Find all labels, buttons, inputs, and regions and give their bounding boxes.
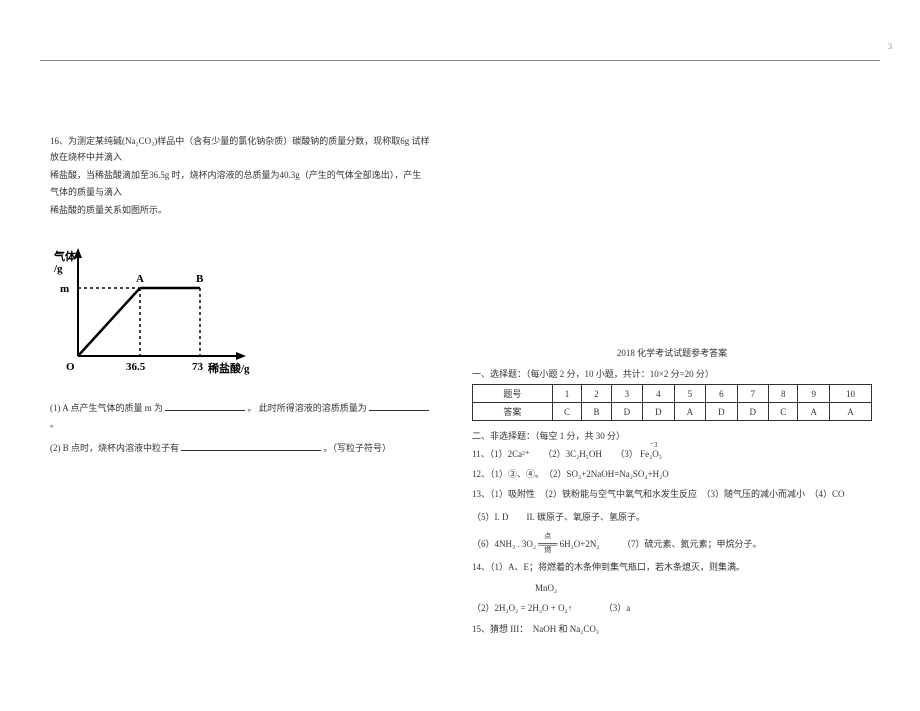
question-16: 16、为测定某纯碱(Na₂CO₃)样品中（含有少量的氯化钠杂质）碳酸钠的质量分数… [50,133,430,459]
top-rule [40,60,880,61]
answer-13b: （5）I. D II. 碳原子、氧原子、氢原子。 [472,509,872,526]
q1-pre: (1) A 点产生气体的质量 m 为 [50,403,163,413]
x-tick-1: 36.5 [126,361,146,373]
table-answer-row: 答案 C B D D A D D C A A [473,403,872,421]
th: 5 [674,385,705,403]
answer-13a: 13、（1）吸附性 （2）铁粉能与空气中氧气和水发生反应 （3）随气压的减小而减… [472,486,872,503]
q1-end: 。 [50,419,59,429]
th: 3 [611,385,642,403]
q16-line3: 稀盐酸的质量关系如图所示。 [50,202,430,218]
answer-13c: （6）4NH₃ . 3O₂ 点燃 ═══ 6H₂O+2N₂ （7）硫元素、氮元素… [472,536,872,553]
blank-solute-mass[interactable] [369,400,429,411]
th: 9 [798,385,829,403]
answers-body: 11、（1）2Ca²⁺ （2）3C₂H₅OH （3） ⁺3 Fe₂O₃ 12、（… [472,446,872,638]
fe2o3: ⁺3 Fe₂O₃ [640,446,662,463]
q1-mid: 。 此时所得溶液的溶质质量为 [248,403,367,413]
answer-12: 12、（1）③、④。 （2）SO₃+2NaOH=Na₂SO₄+H₂O [472,466,872,483]
reaction-condition: 点燃 [544,530,557,557]
td: D [611,403,642,421]
answer-15: 15、猜想 III： NaOH 和 Na₂CO₃ [472,621,872,638]
q2-end: 。（写粒子符号） [324,443,392,453]
page-number: 3 [888,42,892,51]
answer-table: 题号 1 2 3 4 5 6 7 8 9 10 答案 C B D D A D D… [472,384,872,421]
td: A [798,403,829,421]
table-head-row: 题号 1 2 3 4 5 6 7 8 9 10 [473,385,872,403]
section-2-header: 二、非选择题：（每空 1 分，共 30 分） [472,429,872,442]
point-b-label: B [196,273,204,285]
section-1-header: 一、选择题：（每小题 2 分，10 小题，共计：10×2 分=20 分） [472,367,872,380]
chart-svg: 气体 /g m A B O 36.5 73 稀盐酸/g [50,236,260,386]
answer-14c: （2）2H₂O₂ = 2H₂O + O₂↑ （3）a [472,600,872,617]
td: C [552,403,581,421]
a13c-post: 6H₂O+2N₂ （7）硫元素、氮元素；甲烷分子。 [560,539,762,549]
th: 8 [769,385,798,403]
blank-mass[interactable] [165,400,245,411]
point-a-label: A [136,273,144,285]
q16-line1: 16、为测定某纯碱(Na₂CO₃)样品中（含有少量的氯化钠杂质）碳酸钠的质量分数… [50,133,430,165]
td: A [829,403,871,421]
oxidation-marker: ⁺3 [650,439,657,452]
th: 4 [643,385,674,403]
answer-key: 2018 化学考试试题参考答案 一、选择题：（每小题 2 分，10 小题，共计：… [472,346,872,641]
answer-14b: MnO₂ [472,580,872,597]
td: 答案 [473,403,553,421]
th: 题号 [473,385,553,403]
a11-text: 11、（1）2Ca²⁺ （2）3C₂H₅OH （3） [472,449,638,459]
x-tick-2: 73 [192,361,204,373]
y-point-m: m [60,283,69,295]
q2-pre: (2) B 点时，烧杯内溶液中粒子有 [50,443,179,453]
q16-line2: 稀盐酸，当稀盐酸滴加至36.5g 时，烧杯内溶液的总质量为40.3g（产生的气体… [50,167,430,199]
answer-14a: 14、（1）A、E；将燃着的木条伸到集气瓶口，若木条熄灭，则集满。 [472,559,872,576]
blank-particles[interactable] [181,440,321,451]
answer-title: 2018 化学考试试题参考答案 [472,346,872,359]
y-axis-label-2: /g [53,263,63,275]
gas-vs-acid-graph: 气体 /g m A B O 36.5 73 稀盐酸/g [50,236,430,388]
th: 2 [582,385,611,403]
td: B [582,403,611,421]
td: D [643,403,674,421]
th: 7 [737,385,768,403]
td: D [737,403,768,421]
th: 6 [706,385,737,403]
sub-question-1: (1) A 点产生气体的质量 m 为 。 此时所得溶液的溶质质量为 。 [50,400,430,432]
td: A [674,403,705,421]
y-axis-label-1: 气体 [53,249,77,263]
td: C [769,403,798,421]
th: 10 [829,385,871,403]
origin-label: O [66,361,75,373]
a13c-pre: （6）4NH₃ . 3O₂ [472,539,536,549]
reaction-arrow: 点燃 ═══ [538,536,557,553]
td: D [706,403,737,421]
sub-question-2: (2) B 点时，烧杯内溶液中粒子有 。（写粒子符号） [50,440,430,456]
th: 1 [552,385,581,403]
x-axis-label: 稀盐酸/g [208,361,250,375]
answer-11: 11、（1）2Ca²⁺ （2）3C₂H₅OH （3） ⁺3 Fe₂O₃ [472,446,872,463]
